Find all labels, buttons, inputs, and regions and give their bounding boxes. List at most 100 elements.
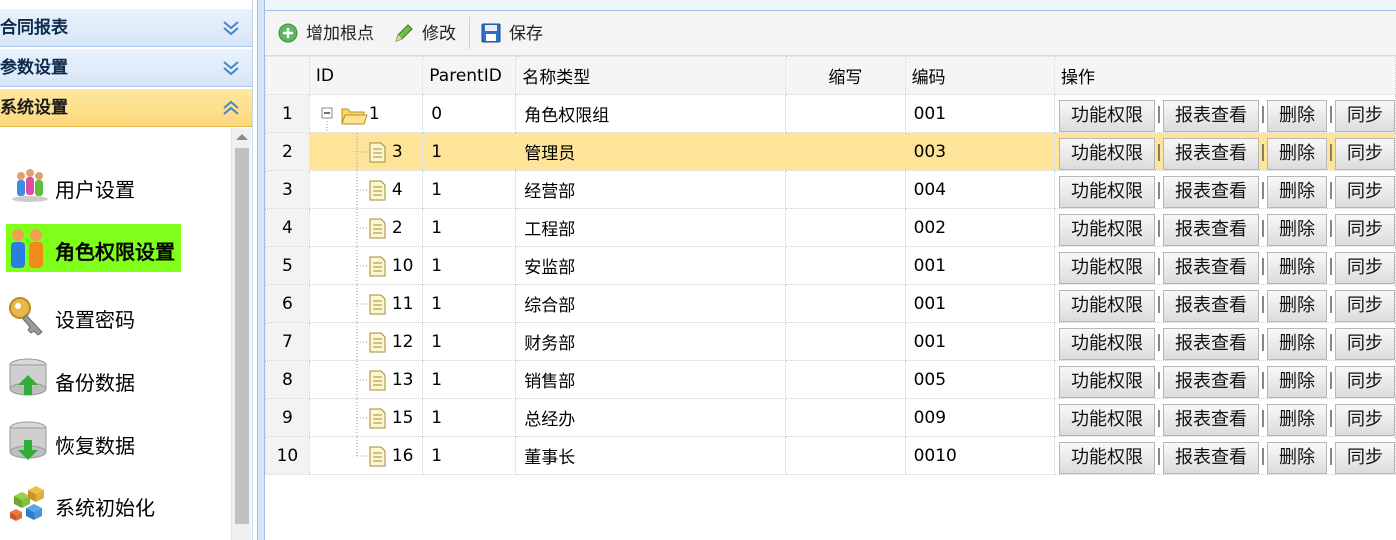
double-chevron-up-icon[interactable]: [222, 89, 240, 127]
sync-button[interactable]: 同步: [1334, 365, 1395, 398]
menu-item-system-init[interactable]: 系统初始化: [6, 476, 196, 530]
column-header-id[interactable]: ID: [308, 56, 424, 95]
sync-button[interactable]: 同步: [1334, 403, 1395, 436]
permissions-button[interactable]: 功能权限: [1058, 441, 1155, 474]
accordion-header-parameter-settings[interactable]: 参数设置: [0, 49, 252, 87]
permissions-button[interactable]: 功能权限: [1058, 251, 1155, 284]
report-view-button[interactable]: 报表查看: [1162, 99, 1259, 132]
scroll-up-arrow-icon[interactable]: [236, 134, 248, 140]
column-header-operations[interactable]: 操作: [1053, 56, 1396, 95]
table-row[interactable]: 8 13 1 销售部 005 功能权限 | 报表查看 | 删除 | 同步: [265, 360, 1396, 399]
sync-button[interactable]: 同步: [1334, 251, 1395, 284]
tree-id-cell[interactable]: 11: [308, 284, 424, 323]
action-separator: |: [1260, 369, 1266, 390]
sync-button[interactable]: 同步: [1334, 175, 1395, 208]
name-type-cell: 财务部: [515, 322, 787, 361]
abbreviation-cell: [785, 246, 906, 285]
permissions-button[interactable]: 功能权限: [1058, 137, 1155, 170]
column-header-abbreviation[interactable]: 缩写: [785, 56, 906, 95]
table-row[interactable]: 2 3 1 管理员 003 功能权限 | 报表查看 | 删除 | 同步: [265, 132, 1396, 171]
permissions-button[interactable]: 功能权限: [1058, 175, 1155, 208]
sidebar: 合同报表 参数设置 系统设置 用户设置 角色权限设置 设置密码 备份数据 恢复数…: [0, 0, 253, 540]
table-row[interactable]: 1 1 0 角色权限组 001 功能权限 | 报表查看 | 删除 | 同步: [265, 94, 1396, 133]
permissions-button[interactable]: 功能权限: [1058, 213, 1155, 246]
menu-item-label: 恢复数据: [55, 434, 135, 458]
delete-button[interactable]: 删除: [1266, 289, 1327, 322]
edit-button[interactable]: 修改: [393, 21, 461, 47]
permissions-button[interactable]: 功能权限: [1058, 327, 1155, 360]
table-row[interactable]: 7 12 1 财务部 001 功能权限 | 报表查看 | 删除 | 同步: [265, 322, 1396, 361]
parent-id-cell: 1: [422, 360, 517, 399]
save-button[interactable]: 保存: [480, 21, 550, 47]
document-icon: [356, 361, 386, 398]
sync-button[interactable]: 同步: [1334, 441, 1395, 474]
sync-button[interactable]: 同步: [1334, 327, 1395, 360]
accordion-header-system-settings[interactable]: 系统设置: [0, 89, 252, 127]
delete-button[interactable]: 删除: [1266, 175, 1327, 208]
report-view-button[interactable]: 报表查看: [1162, 327, 1259, 360]
tree-node-id: 12: [391, 332, 414, 352]
permissions-button[interactable]: 功能权限: [1058, 289, 1155, 322]
layout-splitter[interactable]: [257, 0, 265, 540]
report-view-button[interactable]: 报表查看: [1162, 213, 1259, 246]
report-view-button[interactable]: 报表查看: [1162, 175, 1259, 208]
tree-id-cell[interactable]: 2: [308, 208, 424, 247]
delete-button[interactable]: 删除: [1266, 99, 1327, 132]
column-header-name-type[interactable]: 名称类型: [515, 56, 787, 95]
permissions-button[interactable]: 功能权限: [1058, 99, 1155, 132]
permissions-button[interactable]: 功能权限: [1058, 403, 1155, 436]
table-row[interactable]: 3 4 1 经营部 004 功能权限 | 报表查看 | 删除 | 同步: [265, 170, 1396, 209]
menu-item-user-settings[interactable]: 用户设置: [6, 158, 196, 212]
abbreviation-cell: [785, 284, 906, 323]
tree-id-cell[interactable]: 12: [308, 322, 424, 361]
sync-button[interactable]: 同步: [1334, 137, 1395, 170]
tree-id-cell[interactable]: 15: [308, 398, 424, 437]
menu-item-label: 设置密码: [55, 308, 135, 332]
report-view-button[interactable]: 报表查看: [1162, 289, 1259, 322]
tree-id-cell[interactable]: 13: [308, 360, 424, 399]
tree-id-cell[interactable]: 4: [308, 170, 424, 209]
code-cell: 004: [904, 170, 1055, 209]
delete-button[interactable]: 删除: [1266, 251, 1327, 284]
report-view-button[interactable]: 报表查看: [1162, 403, 1259, 436]
scrollbar-thumb[interactable]: [235, 148, 249, 524]
report-view-button[interactable]: 报表查看: [1162, 365, 1259, 398]
table-row[interactable]: 9 15 1 总经办 009 功能权限 | 报表查看 | 删除 | 同步: [265, 398, 1396, 437]
report-view-button[interactable]: 报表查看: [1162, 137, 1259, 170]
menu-item-role-permissions[interactable]: 角色权限设置: [6, 224, 181, 272]
tree-id-cell[interactable]: 10: [308, 246, 424, 285]
tree-id-cell[interactable]: 16: [308, 436, 424, 475]
delete-button[interactable]: 删除: [1266, 213, 1327, 246]
add-root-button[interactable]: 增加根点: [277, 21, 389, 47]
double-chevron-down-icon[interactable]: [222, 49, 240, 87]
code-cell: 002: [904, 208, 1055, 247]
delete-button[interactable]: 删除: [1266, 327, 1327, 360]
delete-button[interactable]: 删除: [1266, 403, 1327, 436]
sidebar-scrollbar[interactable]: [231, 128, 251, 540]
sync-button[interactable]: 同步: [1334, 213, 1395, 246]
delete-button[interactable]: 删除: [1266, 365, 1327, 398]
sync-button[interactable]: 同步: [1334, 99, 1395, 132]
report-view-button[interactable]: 报表查看: [1162, 251, 1259, 284]
menu-item-backup-data[interactable]: 备份数据: [6, 351, 196, 405]
tree-id-cell[interactable]: 1: [308, 94, 424, 133]
table-row[interactable]: 10 16 1 董事长 0010 功能权限 | 报表查看 | 删除 | 同步: [265, 436, 1396, 475]
column-header-code[interactable]: 编码: [904, 56, 1055, 95]
table-row[interactable]: 5 10 1 安监部 001 功能权限 | 报表查看 | 删除 | 同步: [265, 246, 1396, 285]
table-row[interactable]: 4 2 1 工程部 002 功能权限 | 报表查看 | 删除 | 同步: [265, 208, 1396, 247]
menu-item-restore-data[interactable]: 恢复数据: [6, 414, 196, 468]
report-view-button[interactable]: 报表查看: [1162, 441, 1259, 474]
menu-item-set-password[interactable]: 设置密码: [6, 288, 196, 342]
double-chevron-down-icon[interactable]: [222, 9, 240, 47]
accordion-header-contract-reports[interactable]: 合同报表: [0, 9, 252, 47]
sync-button[interactable]: 同步: [1334, 289, 1395, 322]
delete-button[interactable]: 删除: [1266, 441, 1327, 474]
database-restore-icon: [6, 420, 52, 464]
table-row[interactable]: 6 11 1 综合部 001 功能权限 | 报表查看 | 删除 | 同步: [265, 284, 1396, 323]
tree-id-cell[interactable]: 3: [308, 132, 424, 171]
operations-cell: 功能权限 | 报表查看 | 删除 | 同步: [1053, 208, 1396, 247]
delete-button[interactable]: 删除: [1266, 137, 1327, 170]
column-header-parent-id[interactable]: ParentID: [422, 56, 517, 95]
permissions-button[interactable]: 功能权限: [1058, 365, 1155, 398]
action-separator: |: [1260, 293, 1266, 314]
